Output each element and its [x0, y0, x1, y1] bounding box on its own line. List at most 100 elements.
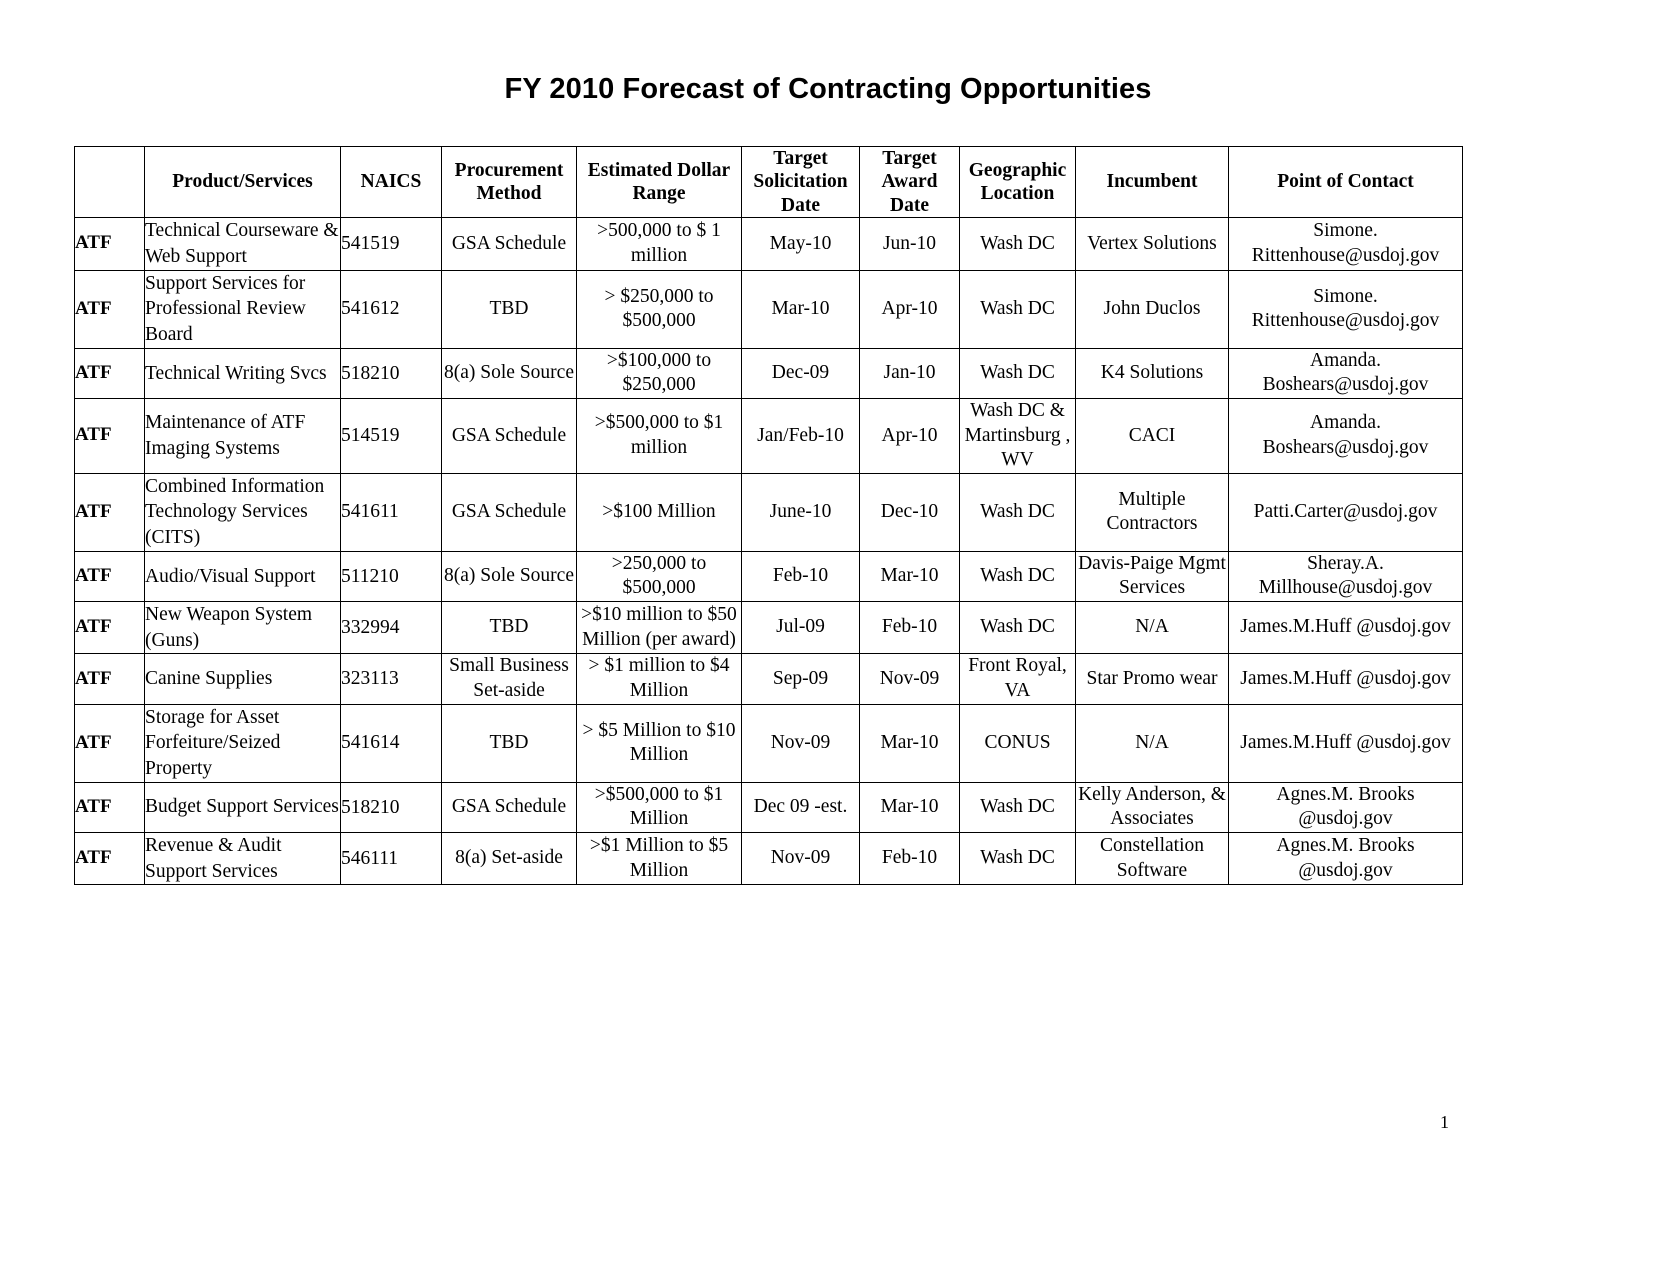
- row-geographic-location: Wash DC: [959, 600, 1076, 655]
- table-row: ATF Technical Courseware & Web Support 541…: [74, 217, 1463, 271]
- row-geographic-location: Wash DC & Martinsburg , WV: [959, 397, 1076, 474]
- row-procurement-method: GSA Schedule: [441, 217, 577, 271]
- row-agency: ATF: [74, 703, 145, 783]
- table-body: ATF Technical Courseware & Web Support 541…: [74, 217, 1463, 886]
- row-point-of-contact: Patti.Carter@usdoj.gov: [1228, 472, 1463, 552]
- table-row: ATF Technical Writing Svcs 518210 8(a) Sole…: [74, 347, 1463, 399]
- row-product-services: Technical Writing Svcs: [144, 347, 341, 399]
- row-estimated-dollar-range: >$500,000 to $1 Million: [576, 781, 742, 833]
- row-procurement-method: TBD: [441, 600, 577, 655]
- row-naics: 546111: [340, 831, 442, 886]
- row-geographic-location: Wash DC: [959, 472, 1076, 552]
- row-point-of-contact: James.M.Huff @usdoj.gov: [1228, 653, 1463, 705]
- row-target-award-date: Mar-10: [859, 781, 960, 833]
- page-number: 1: [1440, 1112, 1449, 1132]
- table-row: ATF New Weapon System (Guns) 332994 TBD >$10…: [74, 600, 1463, 655]
- row-target-solicitation-date: Sep-09: [741, 653, 860, 705]
- table-row: ATF Audio/Visual Support 511210 8(a) Sole S…: [74, 550, 1463, 602]
- table-row: ATF Combined Information Technology Servi…: [74, 472, 1463, 552]
- row-geographic-location: Wash DC: [959, 217, 1076, 271]
- row-naics: 332994: [340, 600, 442, 655]
- row-product-services: Combined Information Technology Services…: [144, 472, 341, 552]
- row-agency: ATF: [74, 653, 145, 705]
- row-target-solicitation-date: Mar-10: [741, 269, 860, 349]
- row-geographic-location: Wash DC: [959, 347, 1076, 399]
- row-agency: ATF: [74, 269, 145, 349]
- row-procurement-method: 8(a) Set-aside: [441, 831, 577, 886]
- row-agency: ATF: [74, 550, 145, 602]
- row-product-services: Budget Support Services: [144, 781, 341, 833]
- row-point-of-contact: James.M.Huff @usdoj.gov: [1228, 600, 1463, 655]
- row-product-services: Audio/Visual Support: [144, 550, 341, 602]
- table-row: ATF Budget Support Services 518210 GSA Sche…: [74, 781, 1463, 833]
- row-estimated-dollar-range: >250,000 to $500,000: [576, 550, 742, 602]
- document-page: FY 2010 Forecast of Contracting Opportun…: [0, 0, 1656, 1281]
- row-incumbent: CACI: [1075, 397, 1229, 474]
- row-target-solicitation-date: Jul-09: [741, 600, 860, 655]
- table-row: ATF Storage for Asset Forfeiture/Seized P…: [74, 703, 1463, 783]
- table-row: ATF Canine Supplies 323113 Small Business S…: [74, 653, 1463, 705]
- row-incumbent: Davis-Paige Mgmt Services: [1075, 550, 1229, 602]
- row-procurement-method: GSA Schedule: [441, 472, 577, 552]
- row-point-of-contact: Agnes.M. Brooks @usdoj.gov: [1228, 831, 1463, 886]
- row-estimated-dollar-range: >$10 million to $50 Million (per award): [576, 600, 742, 655]
- row-procurement-method: 8(a) Sole Source: [441, 550, 577, 602]
- row-naics: 518210: [340, 347, 442, 399]
- row-agency: ATF: [74, 831, 145, 886]
- row-target-award-date: Apr-10: [859, 397, 960, 474]
- row-target-solicitation-date: Nov-09: [741, 831, 860, 886]
- header-naics: NAICS: [340, 145, 442, 219]
- row-incumbent: Multiple Contractors: [1075, 472, 1229, 552]
- table-row: ATF Support Services for Professional Rev…: [74, 269, 1463, 349]
- row-agency: ATF: [74, 217, 145, 271]
- forecast-table: Product/Services NAICS Procurement Metho…: [74, 145, 1463, 886]
- row-agency: ATF: [74, 472, 145, 552]
- row-target-solicitation-date: Dec-09: [741, 347, 860, 399]
- row-target-solicitation-date: May-10: [741, 217, 860, 271]
- row-product-services: Canine Supplies: [144, 653, 341, 705]
- row-agency: ATF: [74, 347, 145, 399]
- row-geographic-location: CONUS: [959, 703, 1076, 783]
- row-point-of-contact: James.M.Huff @usdoj.gov: [1228, 703, 1463, 783]
- header-procurement-method: Procurement Method: [441, 145, 577, 219]
- row-target-award-date: Mar-10: [859, 550, 960, 602]
- row-procurement-method: GSA Schedule: [441, 781, 577, 833]
- row-point-of-contact: Agnes.M. Brooks @usdoj.gov: [1228, 781, 1463, 833]
- row-agency: ATF: [74, 397, 145, 474]
- row-target-solicitation-date: Jan/Feb-10: [741, 397, 860, 474]
- row-point-of-contact: Simone. Rittenhouse@usdoj.gov: [1228, 269, 1463, 349]
- row-incumbent: Kelly Anderson, & Associates: [1075, 781, 1229, 833]
- row-target-award-date: Mar-10: [859, 703, 960, 783]
- row-naics: 323113: [340, 653, 442, 705]
- row-procurement-method: 8(a) Sole Source: [441, 347, 577, 399]
- table-row: ATF Maintenance of ATF Imaging Systems 514…: [74, 397, 1463, 474]
- row-target-solicitation-date: Dec 09 -est.: [741, 781, 860, 833]
- row-agency: ATF: [74, 781, 145, 833]
- row-naics: 541612: [340, 269, 442, 349]
- table-header: Product/Services NAICS Procurement Metho…: [74, 145, 1463, 219]
- row-incumbent: Constellation Software: [1075, 831, 1229, 886]
- row-incumbent: N/A: [1075, 600, 1229, 655]
- header-incumbent: Incumbent: [1075, 145, 1229, 219]
- row-target-award-date: Feb-10: [859, 600, 960, 655]
- row-naics: 541611: [340, 472, 442, 552]
- row-target-solicitation-date: June-10: [741, 472, 860, 552]
- row-estimated-dollar-range: >500,000 to $ 1 million: [576, 217, 742, 271]
- row-incumbent: John Duclos: [1075, 269, 1229, 349]
- row-target-solicitation-date: Nov-09: [741, 703, 860, 783]
- row-procurement-method: Small Business Set-aside: [441, 653, 577, 705]
- row-procurement-method: TBD: [441, 269, 577, 349]
- header-product-services: Product/Services: [144, 145, 341, 219]
- row-target-award-date: Dec-10: [859, 472, 960, 552]
- row-geographic-location: Front Royal, VA: [959, 653, 1076, 705]
- row-product-services: Technical Courseware & Web Support: [144, 217, 341, 271]
- row-product-services: Support Services for Professional Review…: [144, 269, 341, 349]
- row-naics: 514519: [340, 397, 442, 474]
- table-row: ATF Revenue & Audit Support Services 54611…: [74, 831, 1463, 886]
- row-incumbent: Star Promo wear: [1075, 653, 1229, 705]
- row-target-solicitation-date: Feb-10: [741, 550, 860, 602]
- row-estimated-dollar-range: >$100,000 to $250,000: [576, 347, 742, 399]
- row-estimated-dollar-range: >$100 Million: [576, 472, 742, 552]
- row-product-services: New Weapon System (Guns): [144, 600, 341, 655]
- row-point-of-contact: Sheray.A. Millhouse@usdoj.gov: [1228, 550, 1463, 602]
